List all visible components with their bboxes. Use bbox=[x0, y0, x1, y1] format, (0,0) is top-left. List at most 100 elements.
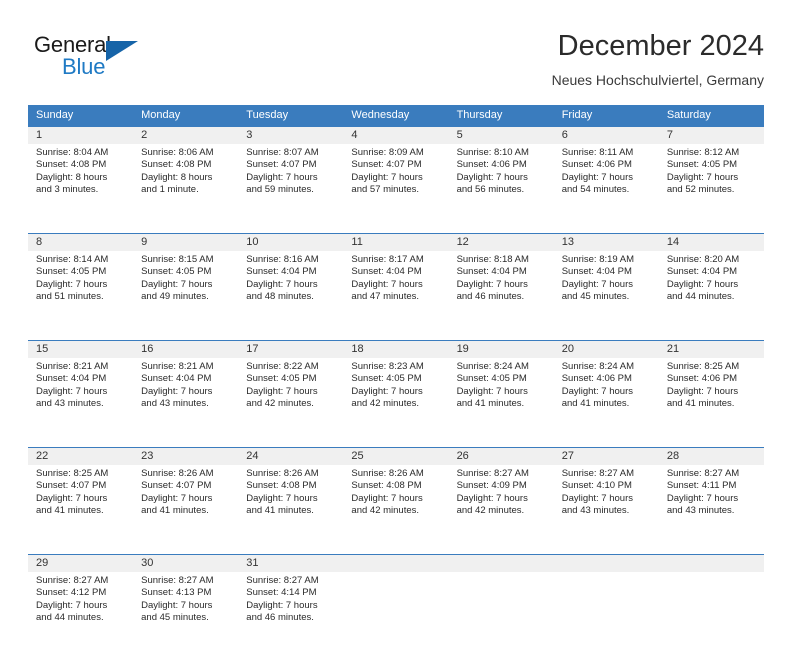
day-number-empty bbox=[554, 555, 659, 572]
day-number[interactable]: 27 bbox=[554, 448, 659, 465]
daylight-text-line2: and 54 minutes. bbox=[561, 184, 630, 196]
sunset-text: Sunset: 4:04 PM bbox=[666, 266, 738, 278]
day-cell[interactable]: Sunrise: 8:24 AM Sunset: 4:05 PM Dayligh… bbox=[449, 358, 554, 447]
day-number[interactable]: 20 bbox=[554, 341, 659, 358]
day-cell[interactable]: Sunrise: 8:14 AM Sunset: 4:05 PM Dayligh… bbox=[28, 251, 133, 340]
sunrise-text: Sunrise: 8:19 AM bbox=[561, 254, 635, 265]
daylight-text-line2: and 46 minutes. bbox=[456, 291, 525, 303]
day-cell[interactable]: Sunrise: 8:18 AM Sunset: 4:04 PM Dayligh… bbox=[449, 251, 554, 340]
day-cell[interactable]: Sunrise: 8:10 AM Sunset: 4:06 PM Dayligh… bbox=[449, 144, 554, 233]
weekday-header-sunday: Sunday bbox=[36, 109, 74, 121]
day-number[interactable]: 18 bbox=[343, 341, 448, 358]
day-number[interactable]: 16 bbox=[133, 341, 238, 358]
day-number[interactable]: 5 bbox=[449, 127, 554, 144]
day-number[interactable]: 11 bbox=[343, 234, 448, 251]
daylight-text-line2: and 43 minutes. bbox=[666, 505, 735, 517]
day-cell[interactable]: Sunrise: 8:26 AM Sunset: 4:08 PM Dayligh… bbox=[343, 465, 448, 554]
day-cell[interactable]: Sunrise: 8:20 AM Sunset: 4:04 PM Dayligh… bbox=[659, 251, 764, 340]
day-cell[interactable]: Sunrise: 8:27 AM Sunset: 4:13 PM Dayligh… bbox=[133, 572, 238, 661]
daylight-text-line1: Daylight: 7 hours bbox=[666, 385, 739, 397]
sunset-text: Sunset: 4:05 PM bbox=[666, 159, 738, 171]
daylight-text-line1: Daylight: 7 hours bbox=[246, 599, 318, 611]
calendar-grid: Sunday Monday Tuesday Wednesday Thursday… bbox=[28, 105, 764, 661]
day-cell[interactable]: Sunrise: 8:25 AM Sunset: 4:06 PM Dayligh… bbox=[659, 358, 764, 447]
sunrise-text: Sunrise: 8:04 AM bbox=[36, 147, 109, 158]
day-number[interactable]: 2 bbox=[133, 127, 238, 144]
daylight-text-line1: Daylight: 8 hours bbox=[141, 171, 213, 183]
calendar-week-row: 15 16 17 18 19 20 21 Sunrise: 8:21 AM Su… bbox=[28, 340, 764, 447]
daylight-text-line2: and 43 minutes. bbox=[36, 398, 104, 410]
day-number[interactable]: 26 bbox=[449, 448, 554, 465]
day-cell[interactable]: Sunrise: 8:27 AM Sunset: 4:09 PM Dayligh… bbox=[449, 465, 554, 554]
day-number[interactable]: 19 bbox=[449, 341, 554, 358]
day-cell[interactable]: Sunrise: 8:25 AM Sunset: 4:07 PM Dayligh… bbox=[28, 465, 133, 554]
day-cell[interactable]: Sunrise: 8:26 AM Sunset: 4:08 PM Dayligh… bbox=[238, 465, 343, 554]
daylight-text-line2: and 41 minutes. bbox=[36, 505, 104, 517]
day-number[interactable]: 13 bbox=[554, 234, 659, 251]
sunset-text: Sunset: 4:04 PM bbox=[456, 266, 527, 278]
sunset-text: Sunset: 4:08 PM bbox=[36, 159, 107, 171]
day-number[interactable]: 6 bbox=[554, 127, 659, 144]
day-cell[interactable]: Sunrise: 8:16 AM Sunset: 4:04 PM Dayligh… bbox=[238, 251, 343, 340]
day-cell[interactable]: Sunrise: 8:04 AM Sunset: 4:08 PM Dayligh… bbox=[28, 144, 133, 233]
daylight-text-line1: Daylight: 7 hours bbox=[351, 385, 423, 397]
weekday-header-monday: Monday bbox=[141, 109, 181, 121]
day-cell[interactable]: Sunrise: 8:26 AM Sunset: 4:07 PM Dayligh… bbox=[133, 465, 238, 554]
page-header: General Blue December 2024 Neues Hochsch… bbox=[28, 28, 764, 98]
daylight-text-line1: Daylight: 8 hours bbox=[36, 171, 108, 183]
day-number[interactable]: 30 bbox=[133, 555, 238, 572]
daylight-text-line2: and 49 minutes. bbox=[141, 291, 209, 303]
daylight-text-line1: Daylight: 7 hours bbox=[36, 599, 108, 611]
day-number[interactable]: 3 bbox=[238, 127, 343, 144]
day-number[interactable]: 17 bbox=[238, 341, 343, 358]
day-number[interactable]: 8 bbox=[28, 234, 133, 251]
day-number[interactable]: 9 bbox=[133, 234, 238, 251]
day-number[interactable]: 22 bbox=[28, 448, 133, 465]
daylight-text-line1: Daylight: 7 hours bbox=[246, 492, 318, 504]
day-number[interactable]: 23 bbox=[133, 448, 238, 465]
day-cell[interactable]: Sunrise: 8:22 AM Sunset: 4:05 PM Dayligh… bbox=[238, 358, 343, 447]
day-number[interactable]: 14 bbox=[659, 234, 764, 251]
day-number[interactable]: 21 bbox=[659, 341, 764, 358]
day-number[interactable]: 31 bbox=[238, 555, 343, 572]
day-number[interactable]: 12 bbox=[449, 234, 554, 251]
day-cell[interactable]: Sunrise: 8:27 AM Sunset: 4:11 PM Dayligh… bbox=[659, 465, 764, 554]
day-number[interactable]: 7 bbox=[659, 127, 764, 144]
day-cell[interactable]: Sunrise: 8:21 AM Sunset: 4:04 PM Dayligh… bbox=[28, 358, 133, 447]
day-cell[interactable]: Sunrise: 8:27 AM Sunset: 4:10 PM Dayligh… bbox=[554, 465, 659, 554]
day-cell[interactable]: Sunrise: 8:27 AM Sunset: 4:14 PM Dayligh… bbox=[238, 572, 343, 661]
logo-word-blue: Blue bbox=[62, 54, 106, 79]
sunset-text: Sunset: 4:12 PM bbox=[36, 587, 107, 599]
daylight-text-line1: Daylight: 7 hours bbox=[141, 278, 213, 290]
day-number[interactable]: 10 bbox=[238, 234, 343, 251]
day-number[interactable]: 25 bbox=[343, 448, 448, 465]
day-cell[interactable]: Sunrise: 8:11 AM Sunset: 4:06 PM Dayligh… bbox=[554, 144, 659, 233]
daylight-text-line2: and 48 minutes. bbox=[246, 291, 314, 303]
sunrise-text: Sunrise: 8:18 AM bbox=[456, 254, 529, 265]
day-cell[interactable]: Sunrise: 8:07 AM Sunset: 4:07 PM Dayligh… bbox=[238, 144, 343, 233]
daylight-text-line1: Daylight: 7 hours bbox=[666, 171, 739, 183]
day-number[interactable]: 24 bbox=[238, 448, 343, 465]
daylight-text-line2: and 47 minutes. bbox=[351, 291, 420, 303]
day-cell[interactable]: Sunrise: 8:21 AM Sunset: 4:04 PM Dayligh… bbox=[133, 358, 238, 447]
day-cell[interactable]: Sunrise: 8:17 AM Sunset: 4:04 PM Dayligh… bbox=[343, 251, 448, 340]
daylight-text-line1: Daylight: 7 hours bbox=[351, 492, 423, 504]
daylight-text-line1: Daylight: 7 hours bbox=[561, 171, 633, 183]
day-cell[interactable]: Sunrise: 8:09 AM Sunset: 4:07 PM Dayligh… bbox=[343, 144, 448, 233]
day-cell[interactable]: Sunrise: 8:12 AM Sunset: 4:05 PM Dayligh… bbox=[659, 144, 764, 233]
day-number[interactable]: 1 bbox=[28, 127, 133, 144]
weekday-header-saturday: Saturday bbox=[666, 109, 711, 121]
daylight-text-line1: Daylight: 7 hours bbox=[561, 492, 633, 504]
day-cell[interactable]: Sunrise: 8:23 AM Sunset: 4:05 PM Dayligh… bbox=[343, 358, 448, 447]
day-number[interactable]: 4 bbox=[343, 127, 448, 144]
day-cell[interactable]: Sunrise: 8:24 AM Sunset: 4:06 PM Dayligh… bbox=[554, 358, 659, 447]
day-cell[interactable]: Sunrise: 8:27 AM Sunset: 4:12 PM Dayligh… bbox=[28, 572, 133, 661]
day-cell[interactable]: Sunrise: 8:06 AM Sunset: 4:08 PM Dayligh… bbox=[133, 144, 238, 233]
day-number[interactable]: 28 bbox=[659, 448, 764, 465]
calendar-week-row: 29 30 31 Sunrise: 8:27 AM Sunset: 4:12 P… bbox=[28, 554, 764, 661]
day-number[interactable]: 29 bbox=[28, 555, 133, 572]
sunset-text: Sunset: 4:04 PM bbox=[141, 373, 212, 385]
day-cell[interactable]: Sunrise: 8:19 AM Sunset: 4:04 PM Dayligh… bbox=[554, 251, 659, 340]
day-cell[interactable]: Sunrise: 8:15 AM Sunset: 4:05 PM Dayligh… bbox=[133, 251, 238, 340]
day-number[interactable]: 15 bbox=[28, 341, 133, 358]
